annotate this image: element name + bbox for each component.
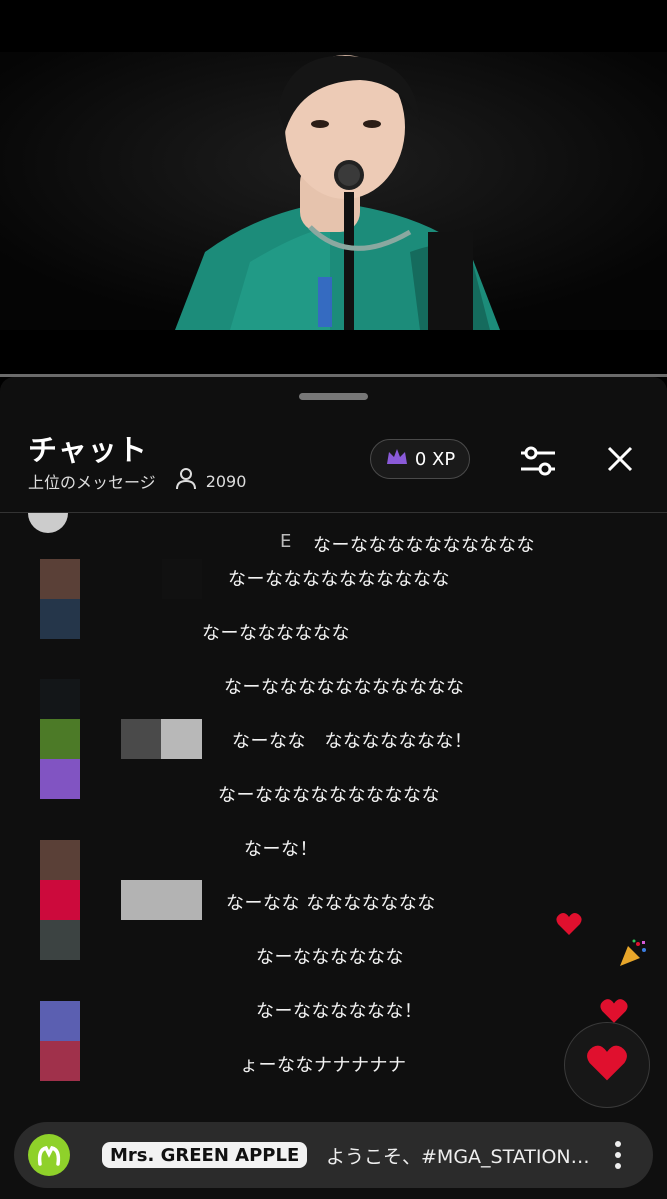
avatar xyxy=(40,679,80,719)
performer-image xyxy=(0,52,667,330)
close-icon[interactable] xyxy=(600,439,640,479)
chat-subheader: 上位のメッセージ 2090 xyxy=(28,468,246,494)
artist-tag: Mrs. GREEN APPLE xyxy=(102,1142,308,1168)
avatar xyxy=(40,920,80,960)
message-text: なーなな ななななななな xyxy=(226,893,436,914)
heart-icon xyxy=(586,1044,628,1086)
chat-title: チャット xyxy=(28,433,148,467)
avatar xyxy=(28,513,68,533)
message-text: なーな！ xyxy=(244,839,318,860)
avatar xyxy=(40,599,80,639)
message-text: なーなななななななななな xyxy=(228,569,450,590)
avatar xyxy=(40,759,80,799)
redacted-name xyxy=(161,719,202,759)
xp-button[interactable]: 0 XP xyxy=(370,439,470,479)
avatar xyxy=(40,1041,80,1081)
heart-icon xyxy=(556,912,582,940)
video-frame[interactable] xyxy=(0,52,667,330)
party-popper-icon xyxy=(616,938,650,972)
avatar xyxy=(40,1001,80,1041)
redacted-name xyxy=(121,880,202,920)
channel-banner[interactable]: Mrs. GREEN APPLE ようこそ、#MGA_STATION… xyxy=(14,1122,653,1188)
avatar xyxy=(40,880,80,920)
video-player[interactable] xyxy=(0,0,667,376)
chat-mode-label[interactable]: 上位のメッセージ xyxy=(28,469,156,493)
message-text: ょーななナナナナナ xyxy=(240,1055,407,1076)
more-vert-icon[interactable] xyxy=(608,1137,628,1173)
xp-label: 0 XP xyxy=(414,448,456,470)
avatar xyxy=(40,719,80,759)
author-initial: E xyxy=(280,531,292,552)
person-icon xyxy=(175,468,196,494)
message-text: なーなな ななななななな！ xyxy=(232,731,473,752)
message-text: なーなななななな！ xyxy=(256,1001,423,1022)
viewer-count: 2090 xyxy=(205,471,247,491)
avatar xyxy=(40,840,80,880)
message-text: なーなななななななななな xyxy=(218,785,440,806)
message-text: なーなななななななななな xyxy=(313,535,535,556)
message-text: なーなななななな xyxy=(202,623,350,644)
channel-logo xyxy=(28,1134,70,1176)
message-list[interactable]: E なーなななななななななな なーなななななななななな なーなななななな なーな… xyxy=(0,513,667,1103)
redacted-name xyxy=(162,559,202,599)
crown-icon xyxy=(385,447,409,472)
avatar xyxy=(40,559,80,599)
redacted-name xyxy=(121,719,161,759)
sliders-icon[interactable] xyxy=(516,439,560,483)
welcome-message: ようこそ、#MGA_STATION… xyxy=(326,1146,590,1168)
message-text: なーなななななな xyxy=(256,947,404,968)
drag-handle[interactable] xyxy=(299,393,368,400)
message-text: なーななななななななななな xyxy=(224,677,465,698)
heart-reaction-button[interactable] xyxy=(564,1022,650,1108)
